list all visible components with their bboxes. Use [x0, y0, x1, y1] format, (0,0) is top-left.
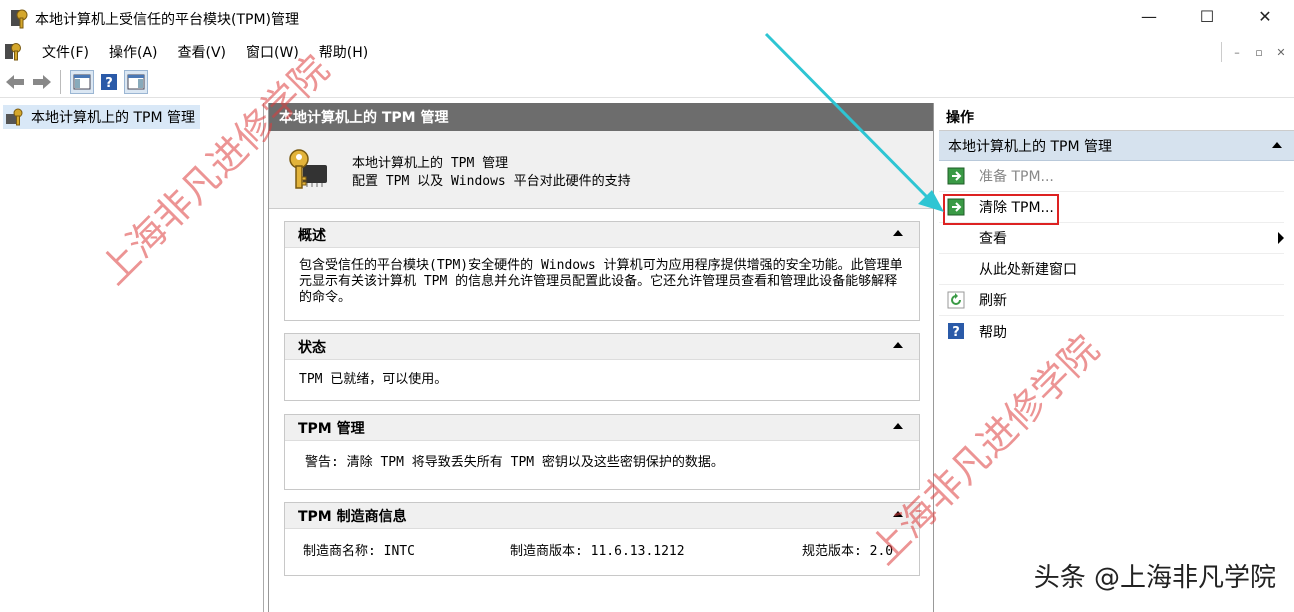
results-pane: 本地计算机上的 TPM 管理 本地计算机上的 TPM 管理 配置 TPM 以及 … — [268, 103, 934, 612]
action-pane-icon — [127, 74, 145, 89]
spec-version: 规范版本: 2.0 — [802, 544, 894, 559]
tpm-warning-text: 警告: 清除 TPM 将导致丢失所有 TPM 密钥以及这些密钥保护的数据。 — [305, 455, 724, 470]
overview-section-header[interactable]: 概述 — [285, 222, 919, 248]
minimize-button[interactable]: — — [1120, 0, 1178, 32]
manufacturer-title: TPM 制造商信息 — [298, 508, 407, 525]
results-pane-header: 本地计算机上的 TPM 管理 — [269, 103, 933, 131]
back-arrow-icon — [6, 74, 24, 89]
action-refresh-label: 刷新 — [979, 293, 1007, 309]
status-section-header[interactable]: 状态 — [285, 334, 919, 360]
action-new-window[interactable]: 从此处新建窗口 — [939, 254, 1284, 285]
tree-item-label: 本地计算机上的 TPM 管理 — [31, 110, 195, 126]
actions-pane: 操作 本地计算机上的 TPM 管理 准备 TPM... 清除 TPM... 查看… — [939, 103, 1294, 612]
title-bar: 本地计算机上受信任的平台模块(TPM)管理 — ☐ ✕ — [0, 0, 1294, 38]
menu-action[interactable]: 操作(A) — [99, 42, 168, 62]
help-icon: ? — [948, 323, 964, 340]
actions-group-header[interactable]: 本地计算机上的 TPM 管理 — [939, 131, 1294, 161]
collapse-caret-icon[interactable] — [893, 342, 903, 348]
console-tree-pane: 本地计算机上的 TPM 管理 — [0, 103, 264, 612]
tpm-management-section-header[interactable]: TPM 管理 — [285, 415, 919, 441]
toolbar: ? — [0, 66, 1294, 98]
overview-text: 包含受信任的平台模块(TPM)安全硬件的 Windows 计算机可为应用程序提供… — [299, 258, 903, 305]
help-icon: ? — [101, 73, 117, 91]
action-view-label: 查看 — [979, 231, 1007, 247]
app-menu-icon[interactable] — [4, 42, 22, 62]
back-button[interactable] — [3, 70, 27, 94]
mdi-controls: – ▫ ✕ — [1221, 42, 1292, 62]
overview-title: 概述 — [298, 227, 326, 244]
menu-file[interactable]: 文件(F) — [32, 42, 99, 62]
show-hide-tree-button[interactable] — [70, 69, 94, 94]
window-title: 本地计算机上受信任的平台模块(TPM)管理 — [35, 12, 299, 28]
highlight-annotation-box — [943, 194, 1059, 225]
tpm-key-icon — [11, 9, 28, 29]
action-prepare-tpm-label: 准备 TPM... — [979, 169, 1054, 185]
manufacturer-version: 制造商版本: 11.6.13.1212 — [510, 544, 685, 559]
status-text: TPM 已就绪，可以使用。 — [299, 372, 448, 387]
action-help-label: 帮助 — [979, 324, 1007, 341]
action-refresh[interactable]: 刷新 — [939, 285, 1284, 316]
mdi-close-button[interactable]: ✕ — [1270, 42, 1292, 62]
mdi-restore-button[interactable]: ▫ — [1248, 42, 1270, 62]
tpm-management-section: TPM 管理 警告: 清除 TPM 将导致丢失所有 TPM 密钥以及这些密钥保护… — [284, 414, 920, 490]
actions-group-label: 本地计算机上的 TPM 管理 — [948, 138, 1112, 155]
tpm-management-title: TPM 管理 — [298, 420, 365, 437]
forward-arrow-icon — [33, 74, 51, 89]
forward-button[interactable] — [30, 70, 54, 94]
run-action-icon — [947, 167, 965, 185]
tpm-key-icon — [6, 108, 23, 126]
tree-item-tpm-management[interactable]: 本地计算机上的 TPM 管理 — [3, 105, 200, 129]
collapse-caret-icon[interactable] — [893, 511, 903, 517]
collapse-caret-icon[interactable] — [893, 230, 903, 236]
help-toolbar-button[interactable]: ? — [97, 70, 121, 94]
manufacturer-section: TPM 制造商信息 制造商名称: INTC 制造商版本: 11.6.13.121… — [284, 502, 920, 576]
tpm-chip-key-icon — [289, 149, 327, 189]
maximize-button[interactable]: ☐ — [1178, 0, 1236, 32]
manufacturer-info: 制造商名称: INTC 制造商版本: 11.6.13.1212 规范版本: 2.… — [285, 529, 919, 575]
show-hide-action-pane-button[interactable] — [124, 69, 148, 94]
collapse-caret-icon[interactable] — [893, 423, 903, 429]
collapse-caret-icon[interactable] — [1272, 142, 1282, 148]
action-prepare-tpm[interactable]: 准备 TPM... — [939, 161, 1284, 192]
action-new-window-label: 从此处新建窗口 — [979, 262, 1077, 278]
actions-pane-header: 操作 — [939, 103, 1294, 131]
status-section: 状态 TPM 已就绪，可以使用。 — [284, 333, 920, 401]
overview-section: 概述 包含受信任的平台模块(TPM)安全硬件的 Windows 计算机可为应用程… — [284, 221, 920, 321]
status-title: 状态 — [298, 339, 326, 356]
close-button[interactable]: ✕ — [1236, 0, 1294, 32]
svg-text:?: ? — [952, 325, 960, 340]
manufacturer-section-header[interactable]: TPM 制造商信息 — [285, 503, 919, 529]
manufacturer-name: 制造商名称: INTC — [303, 544, 415, 559]
intro-description: 配置 TPM 以及 Windows 平台对此硬件的支持 — [352, 174, 631, 189]
menu-bar: 文件(F) 操作(A) 查看(V) 窗口(W) 帮助(H) — [0, 38, 1294, 66]
brand-caption: 头条 @上海非凡学院 — [1033, 563, 1276, 593]
toolbar-separator — [60, 69, 61, 94]
intro-panel: 本地计算机上的 TPM 管理 配置 TPM 以及 Windows 平台对此硬件的… — [269, 131, 933, 209]
action-view[interactable]: 查看 — [939, 223, 1284, 254]
menu-view[interactable]: 查看(V) — [168, 42, 237, 62]
intro-title: 本地计算机上的 TPM 管理 — [352, 156, 509, 171]
menu-window[interactable]: 窗口(W) — [236, 42, 309, 62]
refresh-icon — [947, 291, 965, 309]
mdi-minimize-button[interactable]: – — [1226, 42, 1248, 62]
submenu-arrow-icon — [1278, 232, 1284, 244]
action-help[interactable]: ? 帮助 — [939, 316, 1284, 347]
console-tree-icon — [73, 74, 91, 89]
menu-help[interactable]: 帮助(H) — [309, 42, 378, 62]
svg-text:?: ? — [105, 76, 113, 91]
